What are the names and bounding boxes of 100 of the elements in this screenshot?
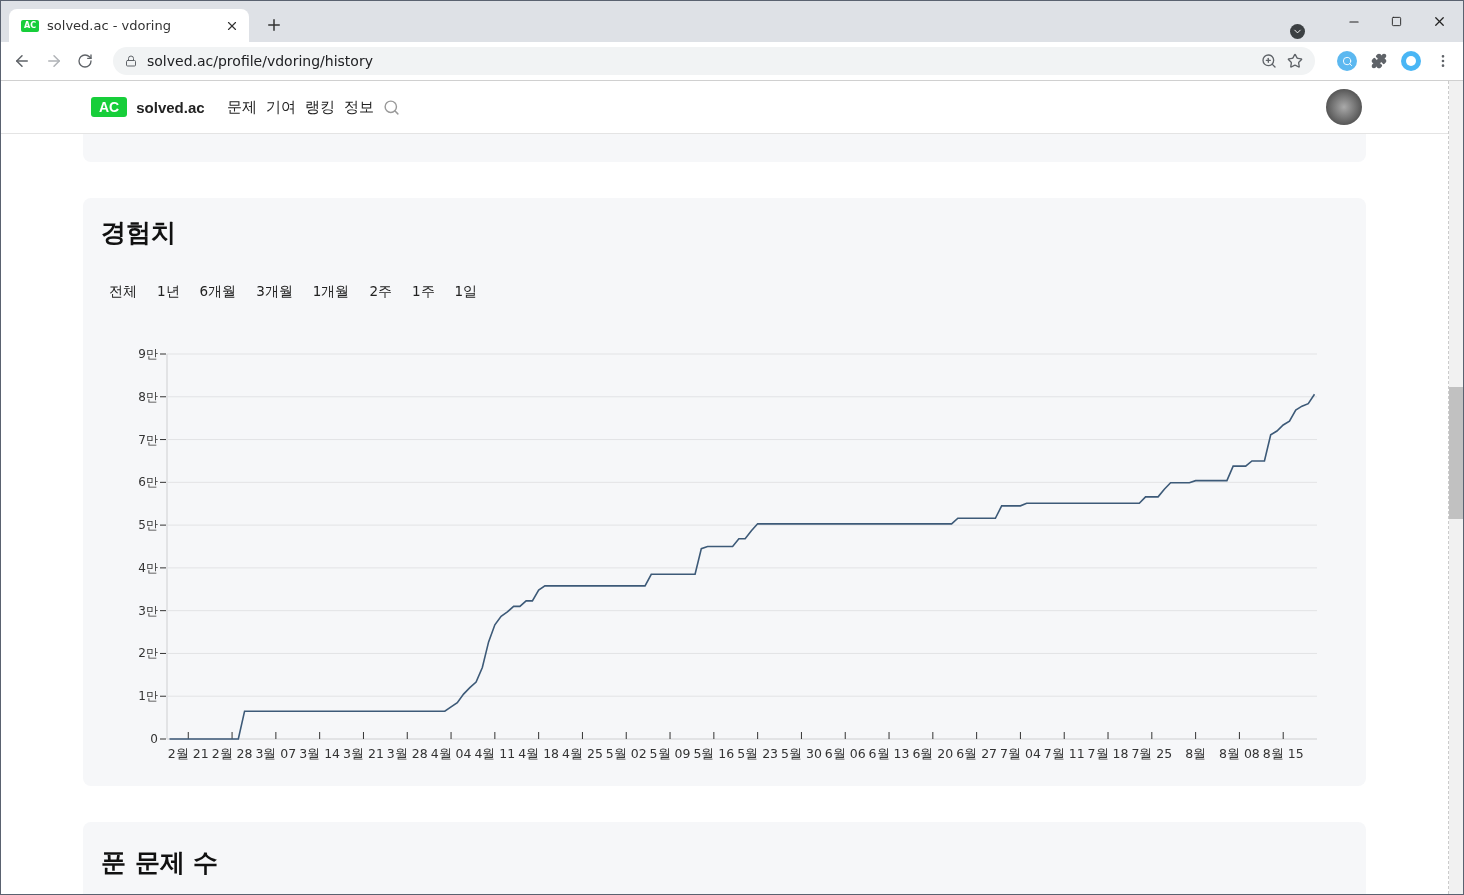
x-tick: 4월 04 bbox=[430, 731, 472, 761]
avatar[interactable] bbox=[1326, 89, 1362, 125]
x-tick: 5월 30 bbox=[781, 731, 822, 761]
y-tick: 2만 bbox=[138, 646, 167, 661]
y-tick: 1만 bbox=[138, 689, 167, 704]
x-tick-label: 2월 28 bbox=[211, 746, 253, 761]
x-tick-label: 5월 16 bbox=[693, 746, 735, 761]
logo-text[interactable]: solved.ac bbox=[136, 98, 205, 116]
x-tick-label: 3월 28 bbox=[386, 746, 428, 761]
x-tick-label: 7월 11 bbox=[1043, 746, 1085, 761]
x-tick-label: 6월 20 bbox=[912, 746, 954, 761]
close-icon[interactable] bbox=[1432, 14, 1447, 29]
x-tick-label: 4월 04 bbox=[430, 746, 472, 761]
y-tick: 6만 bbox=[138, 475, 167, 490]
browser-tab[interactable]: AC solved.ac - vdoring bbox=[9, 9, 249, 42]
range-tab[interactable]: 전체 bbox=[101, 279, 145, 305]
x-tick: 8월 15 bbox=[1262, 731, 1304, 761]
maximize-icon[interactable] bbox=[1391, 16, 1402, 27]
x-tick: 8월 08 bbox=[1219, 731, 1260, 761]
x-tick: 7월 04 bbox=[1000, 731, 1041, 761]
x-tick-label: 6월 13 bbox=[868, 746, 910, 761]
x-tick: 3월 14 bbox=[299, 731, 341, 761]
y-tick-label: 3만 bbox=[138, 603, 158, 618]
x-tick-label: 7월 18 bbox=[1087, 746, 1129, 761]
x-tick: 6월 20 bbox=[912, 731, 954, 761]
x-tick-label: 3월 21 bbox=[343, 746, 384, 761]
x-tick-label: 8월 15 bbox=[1262, 746, 1304, 761]
x-tick-label: 6월 06 bbox=[824, 746, 866, 761]
x-tick: 8월 bbox=[1185, 731, 1207, 761]
section-title: 경험치 bbox=[101, 217, 177, 249]
range-tab[interactable]: 1개월 bbox=[304, 279, 358, 305]
x-tick-label: 5월 23 bbox=[737, 746, 779, 761]
x-tick: 5월 23 bbox=[737, 731, 779, 761]
y-tick-label: 9만 bbox=[138, 347, 158, 361]
x-tick: 7월 11 bbox=[1043, 731, 1085, 761]
y-tick-label: 4만 bbox=[138, 560, 158, 575]
y-tick-label: 5만 bbox=[138, 518, 158, 533]
favicon: AC bbox=[21, 19, 40, 32]
y-tick-label: 0 bbox=[150, 732, 158, 746]
range-tab[interactable]: 1년 bbox=[149, 279, 188, 305]
x-tick: 3월 21 bbox=[343, 731, 384, 761]
zoom-icon[interactable] bbox=[1261, 53, 1277, 69]
x-tick-label: 8월 08 bbox=[1218, 746, 1260, 761]
x-tick: 3월 07 bbox=[255, 731, 297, 761]
y-tick-label: 7만 bbox=[138, 432, 158, 447]
x-tick: 6월 06 bbox=[824, 731, 866, 761]
star-icon[interactable] bbox=[1287, 53, 1303, 69]
x-tick: 3월 28 bbox=[386, 731, 428, 761]
puzzle-icon[interactable] bbox=[1371, 53, 1387, 69]
tab-title: solved.ac - vdoring bbox=[47, 18, 172, 33]
y-tick: 5만 bbox=[138, 518, 167, 533]
x-tick-label: 5월 09 bbox=[649, 746, 691, 761]
x-tick-label: 2월 21 bbox=[167, 746, 209, 761]
nav-link[interactable]: 문제 bbox=[226, 97, 257, 117]
y-tick: 0 bbox=[150, 732, 167, 746]
y-tick-label: 1만 bbox=[138, 689, 158, 704]
back-icon[interactable] bbox=[13, 52, 31, 70]
range-tab[interactable]: 1주 bbox=[403, 279, 443, 305]
nav-link[interactable]: 랭킹 bbox=[304, 97, 335, 117]
y-tick: 7만 bbox=[138, 432, 167, 447]
new-tab-icon[interactable] bbox=[265, 16, 283, 34]
x-tick: 7월 18 bbox=[1087, 731, 1129, 761]
reload-icon[interactable] bbox=[77, 53, 93, 69]
x-tick-label: 7월 04 bbox=[1000, 746, 1041, 761]
x-tick: 4월 25 bbox=[562, 731, 603, 761]
y-tick-label: 2만 bbox=[138, 646, 158, 661]
range-tab[interactable]: 6개월 bbox=[191, 279, 245, 305]
profile-dropdown-icon[interactable] bbox=[1290, 24, 1305, 39]
nav-link[interactable]: 정보 bbox=[343, 97, 374, 117]
x-tick: 5월 16 bbox=[693, 731, 735, 761]
x-tick-label: 4월 18 bbox=[518, 746, 560, 761]
y-tick: 9만 bbox=[138, 347, 167, 361]
x-tick-label: 8월 bbox=[1185, 746, 1207, 761]
x-tick-label: 3월 07 bbox=[255, 746, 297, 761]
x-tick: 5월 02 bbox=[605, 731, 647, 761]
x-tick: 7월 25 bbox=[1131, 731, 1173, 761]
x-tick: 2월 28 bbox=[211, 731, 253, 761]
x-tick-label: 4월 25 bbox=[562, 746, 603, 761]
search-icon[interactable] bbox=[382, 98, 400, 116]
x-tick-label: 5월 02 bbox=[605, 746, 647, 761]
x-tick: 4월 18 bbox=[518, 731, 560, 761]
x-tick-label: 3월 14 bbox=[299, 746, 341, 761]
y-tick: 8만 bbox=[138, 389, 167, 404]
range-tab[interactable]: 2주 bbox=[361, 279, 400, 305]
section-title: 푼 문제 수 bbox=[101, 847, 220, 879]
nav-link[interactable]: 기여 bbox=[265, 97, 296, 117]
url-text: solved.ac/profile/vdoring/history bbox=[147, 53, 374, 69]
lock-icon bbox=[125, 55, 137, 67]
x-tick-label: 7월 25 bbox=[1131, 746, 1173, 761]
y-tick: 4만 bbox=[138, 560, 167, 575]
range-tab[interactable]: 1일 bbox=[446, 279, 486, 305]
y-tick-label: 8만 bbox=[138, 389, 158, 404]
x-tick: 6월 27 bbox=[956, 731, 998, 761]
x-tick: 6월 13 bbox=[868, 731, 910, 761]
x-tick: 2월 21 bbox=[167, 731, 209, 761]
address-bar[interactable]: solved.ac/profile/vdoring/history bbox=[113, 47, 1315, 75]
y-tick: 3만 bbox=[138, 603, 167, 618]
x-tick: 4월 11 bbox=[474, 731, 516, 761]
scrollbar[interactable] bbox=[1449, 81, 1463, 894]
range-tab[interactable]: 3개월 bbox=[248, 279, 301, 305]
